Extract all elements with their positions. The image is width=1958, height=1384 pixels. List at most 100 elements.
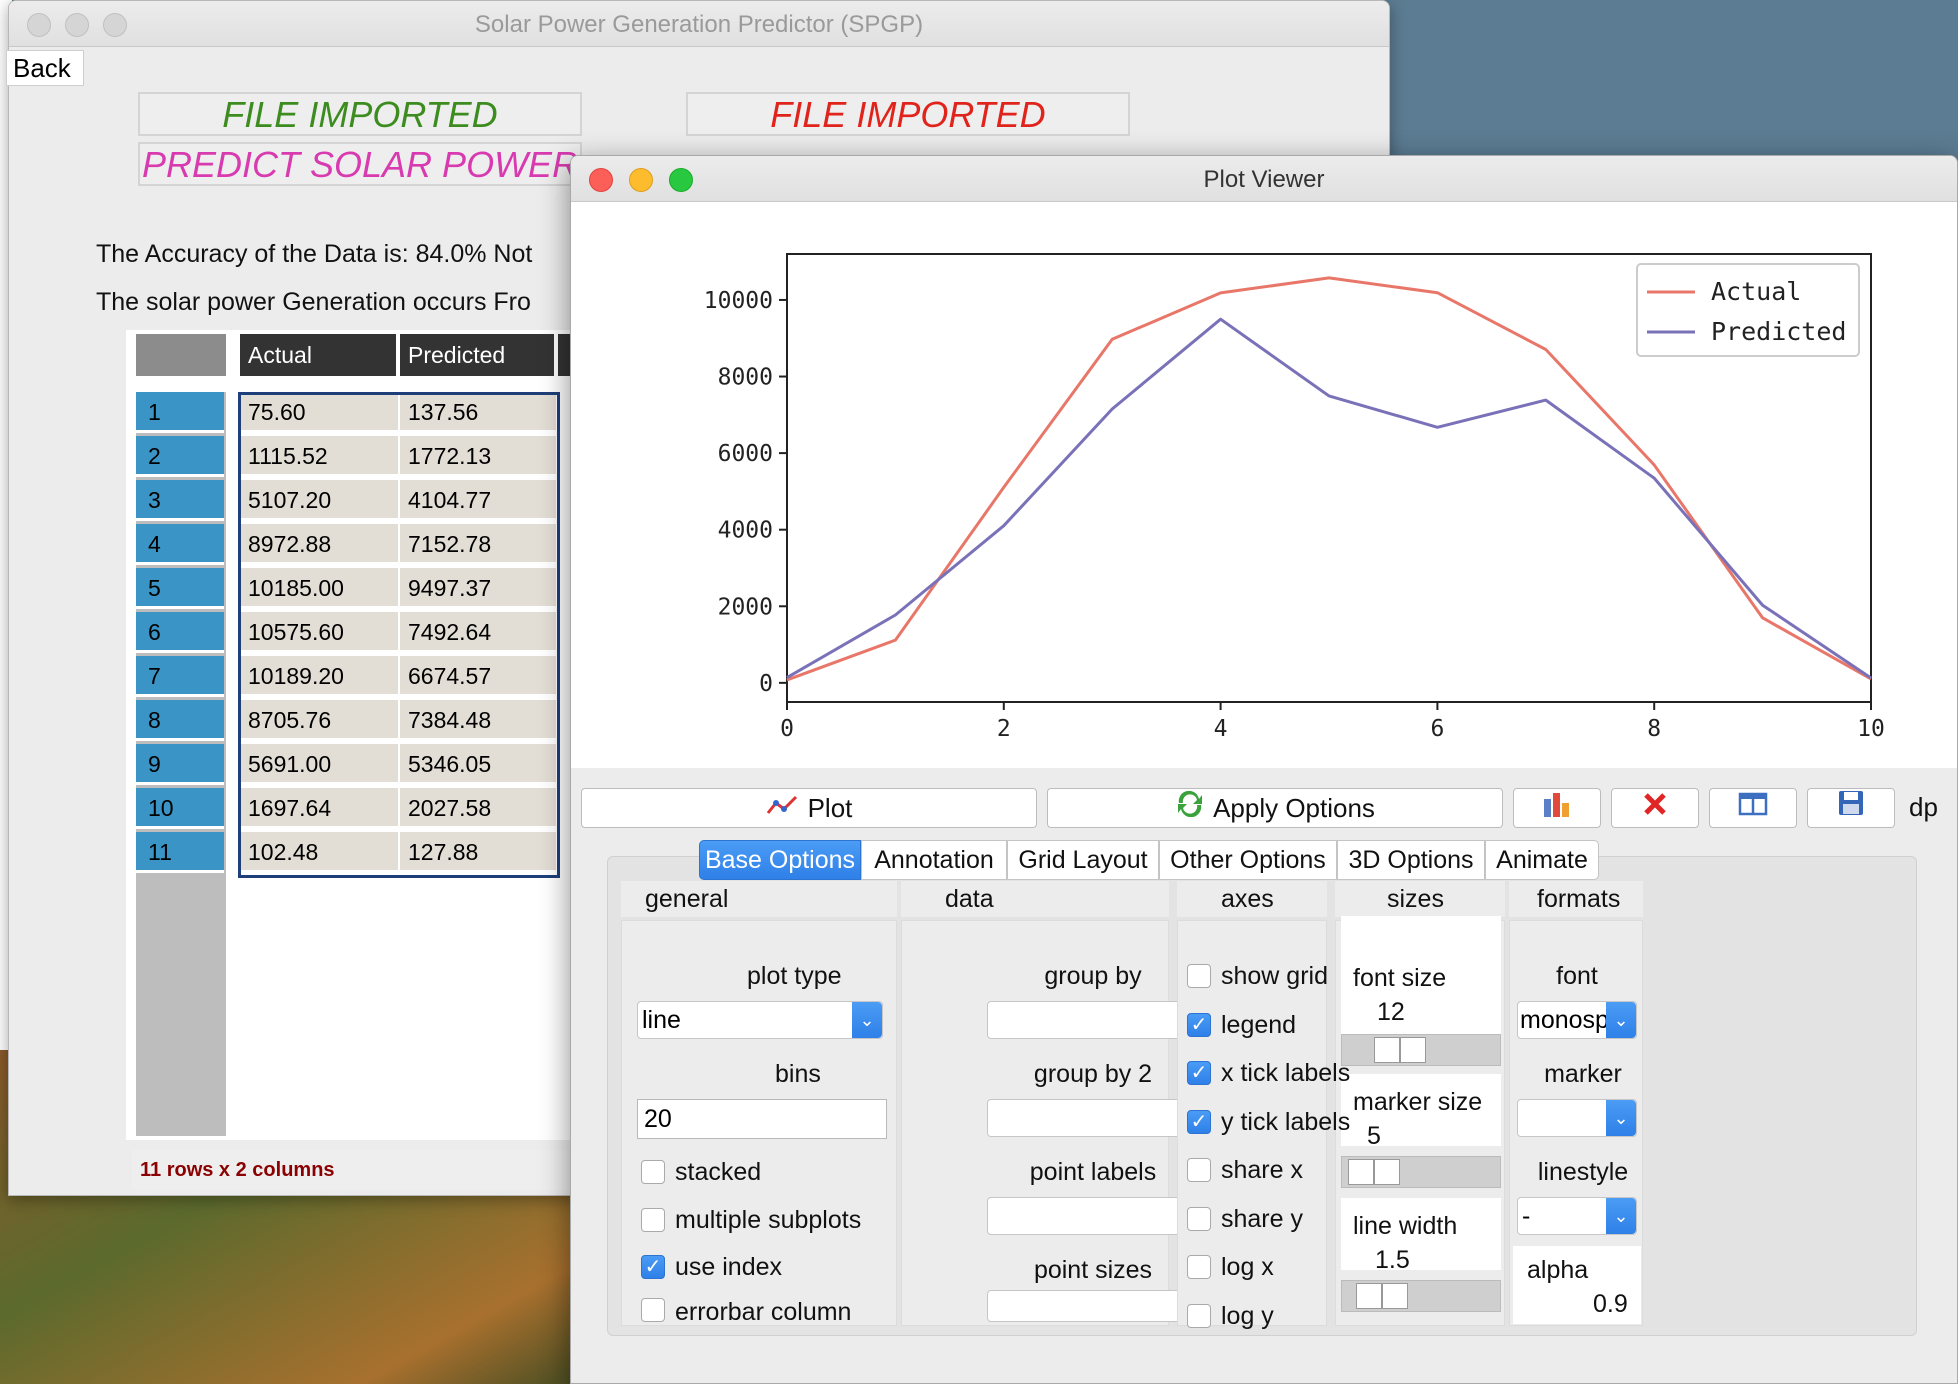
table-cell-actual[interactable]: 5107.20: [240, 480, 400, 521]
table-cell-actual[interactable]: 10189.20: [240, 656, 400, 697]
tab-animate[interactable]: Animate: [1485, 840, 1599, 880]
table-cell-predicted[interactable]: 137.56: [400, 392, 558, 433]
table-cell-actual[interactable]: 5691.00: [240, 744, 400, 785]
plot-type-select[interactable]: line ⌄: [637, 1001, 883, 1039]
axes-checkbox-log-y[interactable]: [1187, 1303, 1211, 1328]
marker-size-slider[interactable]: [1341, 1156, 1501, 1188]
file-imported-banner-right[interactable]: FILE IMPORTED: [686, 92, 1130, 136]
column-header-predicted[interactable]: Predicted: [400, 334, 554, 376]
table-cell-actual[interactable]: 10575.60: [240, 612, 400, 653]
axes-checkbox-log-x[interactable]: [1187, 1255, 1211, 1279]
row-header[interactable]: 11: [136, 832, 224, 873]
row-header[interactable]: 7: [136, 656, 224, 697]
table-cell-predicted[interactable]: 7492.64: [400, 612, 558, 653]
table-cell-actual[interactable]: 1697.64: [240, 788, 400, 829]
marker-size-label: marker size: [1353, 1088, 1483, 1116]
axes-label-share-y: share y: [1221, 1204, 1303, 1233]
font-value: monosp: [1520, 1006, 1609, 1034]
slider-handle[interactable]: [1374, 1159, 1400, 1185]
bar-chart-icon: [1540, 793, 1574, 825]
table-cell-predicted[interactable]: 127.88: [400, 832, 558, 873]
alpha-value[interactable]: 0.9: [1593, 1290, 1628, 1319]
linestyle-select[interactable]: - ⌄: [1517, 1197, 1637, 1235]
save-button[interactable]: [1807, 788, 1895, 828]
section-general: general: [621, 881, 897, 917]
table-cell-actual[interactable]: 8972.88: [240, 524, 400, 565]
file-imported-banner-left[interactable]: FILE IMPORTED: [138, 92, 582, 136]
table-cell-predicted[interactable]: 6674.57: [400, 656, 558, 697]
tab-annotation[interactable]: Annotation: [861, 840, 1007, 880]
axes-checkbox-show-grid[interactable]: [1187, 964, 1211, 988]
line-width-label: line width: [1353, 1212, 1458, 1240]
use-index-checkbox[interactable]: ✓: [641, 1255, 665, 1279]
section-data: data: [901, 881, 1169, 917]
table-cell-predicted[interactable]: 1772.13: [400, 436, 558, 477]
marker-select[interactable]: ⌄: [1517, 1099, 1637, 1137]
row-header[interactable]: 5: [136, 568, 224, 609]
row-header[interactable]: 3: [136, 480, 224, 521]
table-cell-predicted[interactable]: 7384.48: [400, 700, 558, 741]
table-cell-actual[interactable]: 1115.52: [240, 436, 400, 477]
plot-viewer-titlebar[interactable]: Plot Viewer: [571, 156, 1957, 202]
table-cell-predicted[interactable]: 5346.05: [400, 744, 558, 785]
table-cell-actual[interactable]: 102.48: [240, 832, 400, 873]
table-cell-actual[interactable]: 75.60: [240, 392, 400, 433]
table-corner[interactable]: [136, 334, 226, 376]
table-cell-actual[interactable]: 10185.00: [240, 568, 400, 609]
column-header-actual[interactable]: Actual: [240, 334, 396, 376]
row-header[interactable]: 10: [136, 788, 224, 829]
table-cell-predicted[interactable]: 9497.37: [400, 568, 558, 609]
slider-handle[interactable]: [1374, 1037, 1400, 1063]
row-header[interactable]: 1: [136, 392, 224, 433]
spgp-titlebar[interactable]: Solar Power Generation Predictor (SPGP): [9, 1, 1389, 47]
table-cell-predicted[interactable]: 2027.58: [400, 788, 558, 829]
slider-handle[interactable]: [1348, 1159, 1374, 1185]
save-icon: [1837, 791, 1865, 823]
axes-checkbox-legend[interactable]: ✓: [1187, 1012, 1211, 1037]
y-tick-label: 0: [759, 671, 773, 697]
table-cell-actual[interactable]: 8705.76: [240, 700, 400, 741]
slider-handle[interactable]: [1382, 1283, 1408, 1309]
chevron-down-icon: ⌄: [1606, 1198, 1636, 1234]
axes-checkbox-x-tick-labels[interactable]: ✓: [1187, 1061, 1211, 1085]
row-header[interactable]: 8: [136, 700, 224, 741]
linestyle-value: -: [1522, 1202, 1531, 1230]
tab-base-options[interactable]: Base Options: [699, 840, 861, 880]
bins-input[interactable]: 20: [637, 1099, 887, 1139]
slider-handle[interactable]: [1400, 1037, 1426, 1063]
plot-button[interactable]: Plot: [581, 788, 1037, 828]
slider-handle[interactable]: [1356, 1283, 1382, 1309]
errorbar-column-checkbox[interactable]: [641, 1298, 665, 1322]
line-width-slider[interactable]: [1341, 1280, 1501, 1312]
row-header[interactable]: 4: [136, 524, 224, 565]
font-select[interactable]: monosp ⌄: [1517, 1001, 1637, 1039]
row-header[interactable]: 2: [136, 436, 224, 477]
table-cell-predicted[interactable]: 4104.77: [400, 480, 558, 521]
back-button[interactable]: Back: [6, 50, 84, 86]
tab-grid-layout[interactable]: Grid Layout: [1007, 840, 1159, 880]
stacked-checkbox[interactable]: [641, 1160, 665, 1184]
table-status: 11 rows x 2 columns: [132, 1150, 592, 1190]
axes-checkbox-y-tick-labels[interactable]: ✓: [1187, 1109, 1211, 1134]
table-cell-predicted[interactable]: 7152.78: [400, 524, 558, 565]
x-tick-label: 2: [997, 716, 1011, 742]
close-icon: [1642, 793, 1668, 823]
row-header[interactable]: 9: [136, 744, 224, 785]
tab-other-options[interactable]: Other Options: [1159, 840, 1337, 880]
axes-checkbox-share-x[interactable]: [1187, 1158, 1211, 1182]
font-size-slider[interactable]: [1341, 1034, 1501, 1066]
chart-options-button[interactable]: [1513, 788, 1601, 828]
tab-3d-options[interactable]: 3D Options: [1337, 840, 1485, 880]
errorbar-column-label: errorbar column: [675, 1298, 852, 1326]
predict-solar-power-button[interactable]: PREDICT SOLAR POWER: [138, 142, 582, 186]
row-header[interactable]: 6: [136, 612, 224, 653]
layout-button[interactable]: [1709, 788, 1797, 828]
plot-canvas[interactable]: 0 2000 4000 6000 8000 10000 0 2 4 6 8 10 Actual Predi…: [571, 202, 1957, 768]
apply-options-button[interactable]: Apply Options: [1047, 788, 1503, 828]
multiple-subplots-checkbox[interactable]: [641, 1208, 665, 1232]
y-tick-label: 6000: [718, 441, 773, 467]
clear-button[interactable]: [1611, 788, 1699, 828]
axes-label-x-tick-labels: x tick labels: [1221, 1059, 1351, 1087]
plot-type-label: plot type: [747, 962, 842, 990]
axes-checkbox-share-y[interactable]: [1187, 1206, 1211, 1231]
